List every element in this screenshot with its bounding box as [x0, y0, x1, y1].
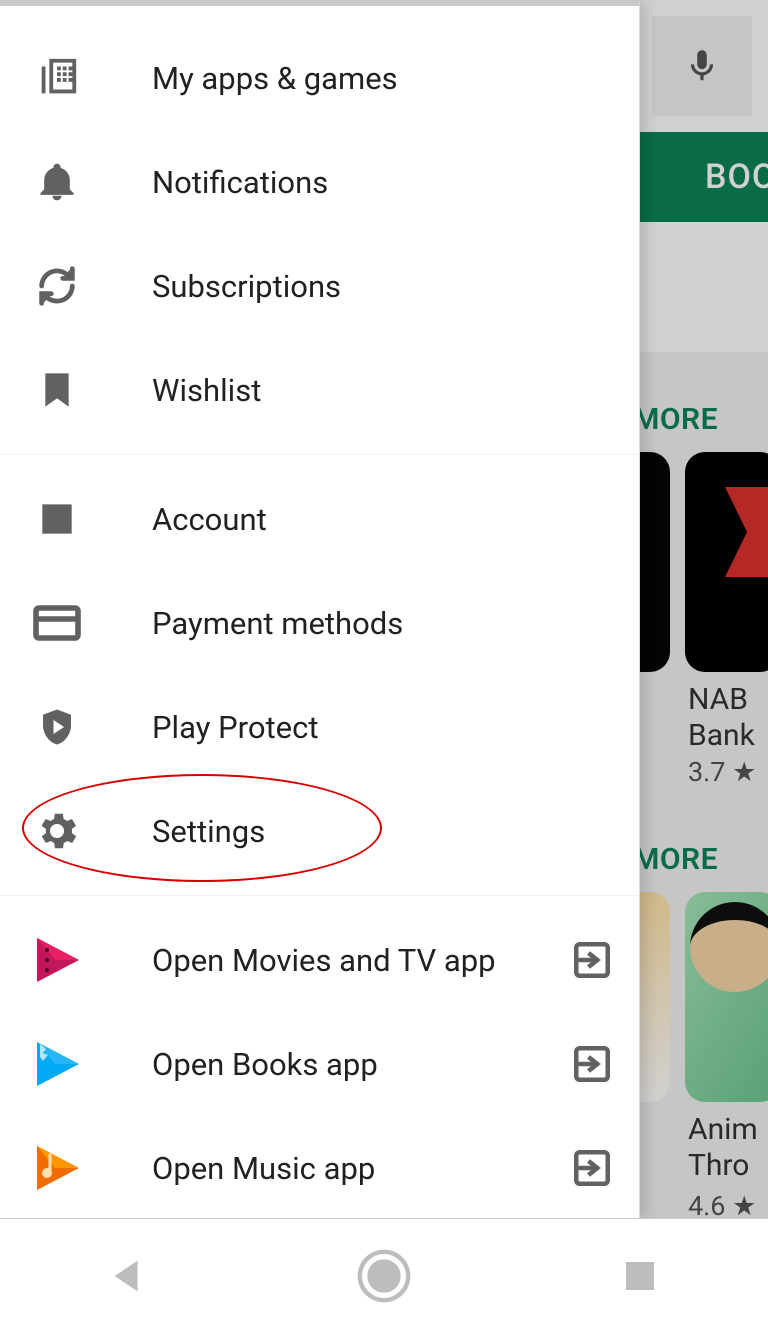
- menu-notifications[interactable]: Notifications: [0, 130, 639, 234]
- menu-wishlist[interactable]: Wishlist: [0, 338, 639, 442]
- refresh-icon: [32, 261, 82, 311]
- gear-icon: [32, 806, 82, 856]
- cartoon-face-icon: [690, 902, 768, 992]
- drawer-section-account: Account Payment methods Play Protect Set…: [0, 455, 639, 896]
- menu-label: Notifications: [152, 164, 328, 201]
- menu-label: Account: [152, 501, 267, 538]
- circle-home-icon: [355, 1247, 413, 1305]
- app-rating: 3.7 ★: [688, 756, 756, 788]
- account-icon: [32, 494, 82, 544]
- menu-open-movies[interactable]: Open Movies and TV app: [0, 908, 639, 1012]
- menu-play-protect[interactable]: Play Protect: [0, 675, 639, 779]
- more-link[interactable]: MORE: [633, 842, 718, 877]
- drawer-section-open-apps: Open Movies and TV app Open Books app Op…: [0, 896, 639, 1233]
- triangle-back-icon: [105, 1253, 151, 1299]
- open-external-icon: [569, 937, 615, 983]
- microphone-icon: [683, 42, 721, 90]
- search-bar-area: [640, 0, 768, 132]
- play-books-icon: [32, 1039, 82, 1089]
- top-tab-bar[interactable]: BOO: [640, 132, 768, 222]
- menu-label: Play Protect: [152, 709, 318, 746]
- menu-label: Wishlist: [152, 372, 261, 409]
- category-chip-row[interactable]: o… Fan: [640, 222, 768, 352]
- tab-books-partial: BOO: [705, 157, 768, 197]
- menu-payment-methods[interactable]: Payment methods: [0, 571, 639, 675]
- menu-settings[interactable]: Settings: [0, 779, 639, 883]
- credit-card-icon: [32, 598, 82, 648]
- back-button[interactable]: [88, 1236, 168, 1316]
- android-system-nav-bar: [0, 1218, 768, 1333]
- voice-search-button[interactable]: [652, 16, 752, 116]
- play-movies-icon: [32, 935, 82, 985]
- bell-icon: [32, 157, 82, 207]
- open-external-icon: [569, 1145, 615, 1191]
- menu-label: Open Music app: [152, 1150, 375, 1187]
- apps-grid-icon: [32, 53, 82, 103]
- app-badge-icon: [725, 487, 768, 577]
- menu-account[interactable]: Account: [0, 467, 639, 571]
- menu-my-apps[interactable]: My apps & games: [0, 26, 639, 130]
- drawer-section-library: My apps & games Notifications Subscripti…: [0, 6, 639, 455]
- store-content: MORE NAB Bank 3.7 ★ MORE Anim Thro 4.6 ★: [640, 352, 768, 1218]
- menu-label: Settings: [152, 813, 265, 850]
- recents-button[interactable]: [600, 1236, 680, 1316]
- menu-label: Subscriptions: [152, 268, 341, 305]
- app-title: Anim Thro: [688, 1112, 758, 1184]
- app-tile[interactable]: [685, 452, 768, 672]
- menu-label: Open Books app: [152, 1046, 378, 1083]
- menu-label: Payment methods: [152, 605, 403, 642]
- app-title: NAB Bank: [688, 682, 755, 754]
- more-link[interactable]: MORE: [633, 402, 718, 437]
- play-music-icon: [32, 1143, 82, 1193]
- bookmark-check-icon: [32, 365, 82, 415]
- home-button[interactable]: [344, 1236, 424, 1316]
- app-tile[interactable]: [685, 892, 768, 1102]
- shield-play-icon: [32, 702, 82, 752]
- square-recents-icon: [619, 1255, 661, 1297]
- open-external-icon: [569, 1041, 615, 1087]
- menu-subscriptions[interactable]: Subscriptions: [0, 234, 639, 338]
- navigation-drawer: My apps & games Notifications Subscripti…: [0, 0, 640, 1218]
- menu-label: My apps & games: [152, 60, 398, 97]
- menu-open-music[interactable]: Open Music app: [0, 1116, 639, 1220]
- menu-label: Open Movies and TV app: [152, 942, 496, 979]
- menu-open-books[interactable]: Open Books app: [0, 1012, 639, 1116]
